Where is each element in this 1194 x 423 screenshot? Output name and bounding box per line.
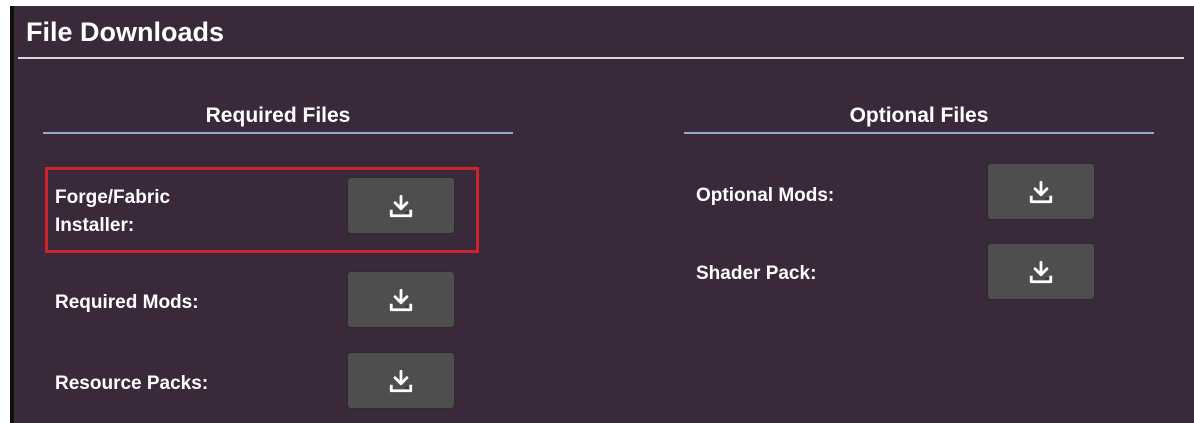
optional-files-divider xyxy=(684,132,1154,134)
optional-files-heading: Optional Files xyxy=(849,104,989,127)
download-icon xyxy=(388,368,414,394)
optional-mods-download-button[interactable] xyxy=(987,163,1095,220)
shader-pack-label: Shader Pack: xyxy=(696,263,817,284)
panel-title: File Downloads xyxy=(26,17,225,47)
download-icon xyxy=(388,193,414,219)
forge-fabric-installer-label-line2: Installer: xyxy=(55,215,135,236)
forge-fabric-installer-label: Forge/Fabric Installer: xyxy=(55,184,170,240)
download-icon xyxy=(1028,179,1054,205)
required-files-heading: Required Files xyxy=(205,104,351,127)
required-mods-download-button[interactable] xyxy=(347,271,455,328)
shader-pack-download-button[interactable] xyxy=(987,243,1095,300)
resource-packs-label: Resource Packs: xyxy=(55,373,209,394)
resource-packs-download-button[interactable] xyxy=(347,352,455,409)
optional-mods-label: Optional Mods: xyxy=(696,185,835,206)
download-icon xyxy=(1028,259,1054,285)
title-divider xyxy=(18,57,1184,59)
forge-fabric-installer-download-button[interactable] xyxy=(347,177,455,234)
required-mods-label: Required Mods: xyxy=(55,292,199,313)
required-files-divider xyxy=(43,132,513,134)
forge-fabric-installer-label-line1: Forge/Fabric xyxy=(55,187,171,208)
download-icon xyxy=(388,287,414,313)
file-downloads-panel: File Downloads Required Files Forge/Fabr… xyxy=(10,6,1194,423)
